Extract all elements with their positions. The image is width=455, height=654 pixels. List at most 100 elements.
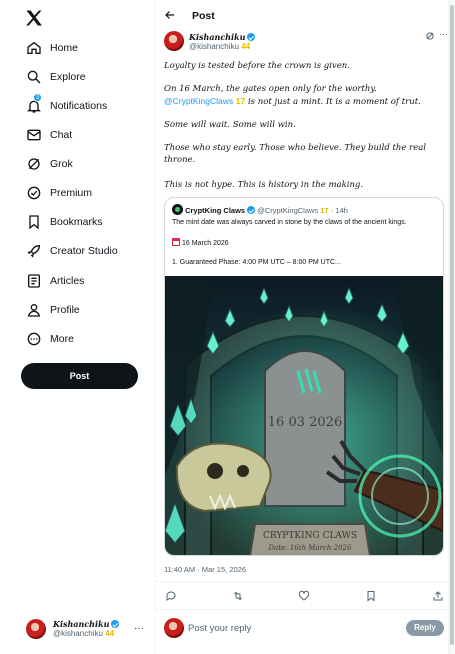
nav-chat[interactable]: Chat: [26, 123, 72, 147]
post-paragraph-3: Some will wait. Some will win.: [164, 120, 296, 130]
nav-articles[interactable]: Articles: [26, 269, 84, 293]
skull-illustration: [175, 442, 272, 513]
account-avatar: [26, 619, 46, 639]
page-title: Post: [192, 10, 215, 22]
post-more-icon[interactable]: ···: [439, 29, 448, 39]
quoted-date-line: 16 March 2026: [172, 238, 229, 247]
article-icon: [28, 274, 40, 288]
grok-icon: [28, 158, 40, 170]
quoted-avatar: [172, 204, 183, 215]
quoted-phase-line: 1. Guaranteed Phase: 4:00 PM UTC – 8:00 …: [172, 259, 341, 266]
more-circle-icon: [27, 332, 41, 346]
nav-premium-label: Premium: [50, 187, 93, 199]
grok-explain-icon[interactable]: [425, 31, 435, 41]
person-icon: [27, 304, 41, 317]
nav-creator-studio-label: Creator Studio: [50, 245, 118, 257]
reply-icon[interactable]: [165, 590, 177, 602]
verified-badge-icon: [247, 206, 256, 214]
nav-creator-studio[interactable]: Creator Studio: [26, 239, 118, 263]
nav-home-label: Home: [50, 42, 79, 54]
reply-button[interactable]: Reply: [406, 620, 444, 636]
author-avatar[interactable]: [164, 31, 184, 51]
search-icon: [27, 70, 41, 84]
author-handle[interactable]: @kishanchiku: [189, 42, 239, 51]
share-icon[interactable]: [432, 590, 444, 602]
post-actions: [156, 590, 449, 604]
account-name-row: Kishanchiku: [53, 619, 120, 629]
account-switcher[interactable]: Kishanchiku @kishanchiku 44 ···: [26, 617, 150, 643]
bookmark-icon[interactable]: [365, 590, 377, 602]
quoted-post-card[interactable]: CryptKing Claws @CryptKingClaws 17 · 14h…: [164, 197, 444, 556]
rocket-icon: [27, 244, 41, 258]
post-p2-line2: is not just a mint. It is a moment of tr…: [247, 97, 421, 107]
x-logo-icon[interactable]: [24, 8, 44, 28]
account-name: Kishanchiku: [53, 619, 110, 629]
tombstone-date: 16 03 2026: [268, 415, 342, 430]
left-sidebar: Home Explore 3 Notifications Chat Grok P…: [0, 0, 156, 654]
account-more-icon[interactable]: ···: [134, 623, 144, 634]
home-icon: [27, 41, 41, 54]
nav-articles-label: Articles: [50, 275, 85, 287]
quoted-name: CryptKing Claws: [185, 206, 246, 215]
calendar-icon: [172, 238, 180, 246]
plaque-title: CRYPTKING CLAWS: [263, 531, 357, 541]
nav-profile[interactable]: Profile: [26, 298, 80, 322]
nav-chat-label: Chat: [50, 129, 73, 141]
post-header: Post: [156, 0, 449, 30]
quoted-date: 16 March 2026: [182, 240, 229, 247]
post-paragraph-1: Loyalty is tested before the crown is gi…: [164, 61, 350, 71]
nav-more[interactable]: More: [26, 327, 74, 351]
nav-grok[interactable]: Grok: [26, 152, 73, 176]
main-column: Post Kishanchiku @kishanchiku 44 ··· Loy…: [156, 0, 449, 654]
nav-notifications-label: Notifications: [50, 100, 108, 112]
verified-badge-icon: [247, 33, 256, 41]
nav-explore[interactable]: Explore: [26, 65, 86, 89]
bookmark-icon: [29, 215, 39, 230]
notification-badge: 3: [33, 93, 42, 102]
account-handle-row: @kishanchiku 44: [53, 629, 114, 638]
quoted-post-image[interactable]: 16 03 2026 CRYPTKING CLAWS Date: 16th Ma…: [165, 276, 443, 556]
post-paragraph-5: This is not hype. This is history in the…: [164, 180, 364, 190]
reply-input[interactable]: [188, 620, 398, 636]
divider-top: [156, 581, 449, 582]
nav-more-label: More: [50, 333, 74, 345]
post-timestamp[interactable]: 11:40 AM · Mar 15, 2026: [164, 565, 246, 574]
reply-composer: Reply: [164, 618, 444, 640]
quoted-text-line1: The mint date was always carved in stone…: [172, 219, 407, 226]
plaque-subtitle: Date: 16th March 2026: [268, 544, 352, 552]
nav-premium[interactable]: Premium: [26, 181, 92, 205]
repost-icon[interactable]: [232, 590, 244, 602]
quoted-handle: @CryptKingClaws: [257, 206, 319, 215]
mention-link[interactable]: @CryptKingClaws: [164, 96, 233, 106]
author-handle-row: @kishanchiku 44: [189, 42, 250, 51]
post-p2-line1: On 16 March, the gates open only for the…: [164, 84, 377, 94]
account-number: 44: [105, 629, 115, 638]
nav-profile-label: Profile: [50, 304, 80, 316]
scrollbar-thumb[interactable]: [450, 5, 454, 645]
nav-explore-label: Explore: [50, 71, 86, 83]
bell-icon-wrap: 3: [26, 93, 42, 114]
nav-home[interactable]: Home: [26, 36, 78, 60]
mention-number: 17: [235, 96, 246, 106]
author-name-row[interactable]: Kishanchiku: [189, 32, 256, 42]
nav-bookmarks-label: Bookmarks: [50, 216, 103, 228]
back-arrow-icon[interactable]: [164, 9, 176, 21]
quoted-time: · 14h: [330, 206, 348, 215]
sidebar-post-button[interactable]: Post: [21, 363, 138, 389]
nav-notifications[interactable]: 3 Notifications: [26, 93, 108, 118]
account-handle: @kishanchiku: [53, 629, 103, 638]
author-number: 44: [241, 42, 251, 51]
x-premium-icon: [27, 186, 41, 200]
quoted-post-header: CryptKing Claws @CryptKingClaws 17 · 14h: [172, 204, 348, 216]
post-author: Kishanchiku @kishanchiku 44 ···: [164, 29, 448, 57]
post-paragraph-4: Those who stay early. Those who believe.…: [164, 143, 427, 165]
divider-bottom: [156, 609, 449, 610]
mail-icon: [27, 129, 41, 141]
quoted-number: 17: [320, 206, 329, 215]
nav-bookmarks[interactable]: Bookmarks: [26, 210, 103, 234]
like-icon[interactable]: [298, 590, 310, 602]
nav-grok-label: Grok: [50, 158, 73, 170]
reply-avatar: [164, 618, 184, 638]
post-paragraph-2: On 16 March, the gates open only for the…: [164, 83, 444, 108]
verified-badge-icon: [111, 620, 120, 628]
